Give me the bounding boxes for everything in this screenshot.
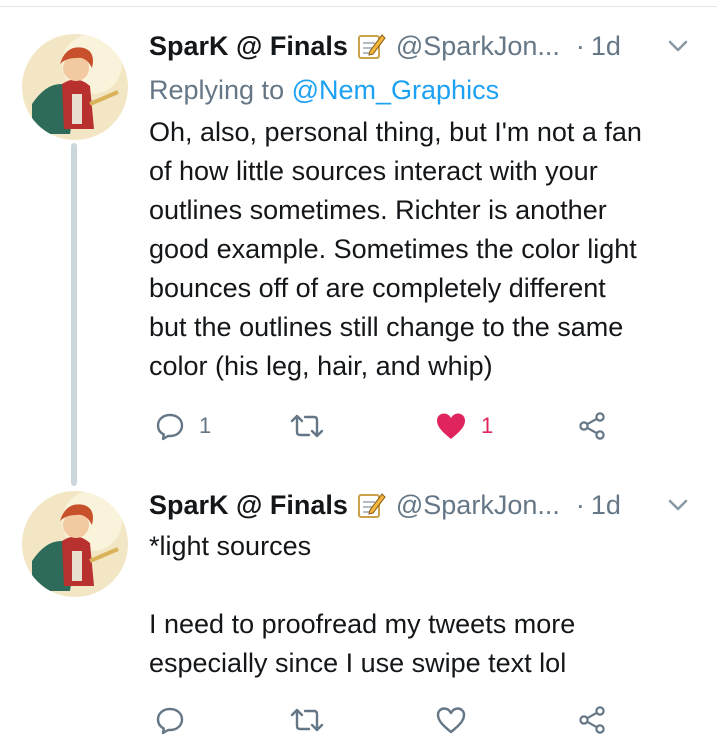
separator-dot: · [575, 31, 585, 61]
author-handle[interactable]: @SparkJon... [396, 28, 560, 64]
share-icon [579, 412, 605, 440]
author-name[interactable]: SparK @ Finals [149, 28, 348, 64]
avatar[interactable] [22, 34, 128, 140]
tweet-actions [149, 700, 689, 740]
like-count: 1 [481, 413, 494, 438]
heart-icon [436, 707, 466, 734]
top-divider [0, 6, 717, 7]
memo-icon [356, 31, 386, 61]
like-button[interactable]: 1 [435, 406, 493, 446]
replying-to: Replying to @Nem_Graphics [149, 72, 499, 108]
heart-filled-icon [437, 413, 465, 439]
tweet-actions: 1 1 [149, 406, 689, 446]
replying-mention-link[interactable]: @Nem_Graphics [292, 75, 499, 105]
share-icon [579, 706, 605, 734]
reply-button[interactable]: 1 [155, 406, 211, 446]
reply-icon [156, 707, 184, 735]
like-button[interactable] [435, 700, 481, 740]
reply-icon [156, 413, 184, 441]
thread-connector-line [71, 143, 77, 486]
chevron-down-icon[interactable] [665, 32, 691, 58]
tweet-header: SparK @ Finals @SparkJon... · 1d [149, 487, 697, 523]
chevron-down-icon[interactable] [665, 491, 691, 517]
share-button[interactable] [577, 700, 607, 740]
separator-dot: · [575, 490, 585, 520]
reply-count: 1 [199, 413, 212, 438]
tweet-text: Oh, also, personal thing, but I'm not a … [149, 117, 642, 381]
share-button[interactable] [577, 406, 607, 446]
reply-button[interactable] [155, 700, 199, 740]
tweet-header: SparK @ Finals @SparkJon... · 1d [149, 28, 697, 64]
timestamp[interactable]: 1d [591, 28, 621, 64]
timestamp[interactable]: 1d [591, 487, 621, 523]
retweet-icon [290, 708, 324, 732]
author-name[interactable]: SparK @ Finals [149, 487, 348, 523]
retweet-button[interactable] [289, 406, 339, 446]
memo-icon [356, 490, 386, 520]
tweet-text: *light sources I need to proofread my tw… [149, 531, 576, 678]
author-handle[interactable]: @SparkJon... [396, 487, 560, 523]
avatar[interactable] [22, 491, 128, 597]
retweet-icon [290, 414, 324, 438]
retweet-button[interactable] [289, 700, 339, 740]
replying-prefix: Replying to [149, 75, 292, 105]
